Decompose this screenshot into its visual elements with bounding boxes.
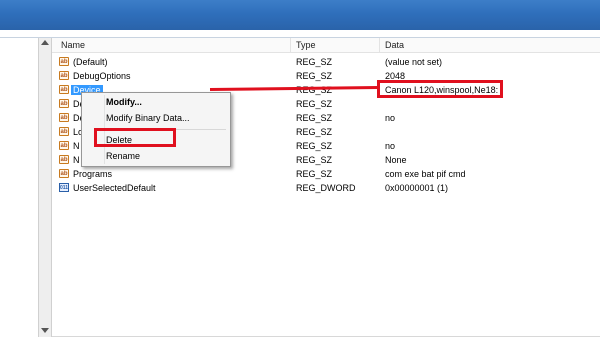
column-header-type[interactable]: Type	[296, 40, 316, 50]
scroll-up-icon[interactable]	[41, 40, 49, 45]
table-row[interactable]: 011 UserSelectedDefault REG_DWORD 0x0000…	[52, 181, 600, 195]
value-name: DebugOptions	[73, 71, 131, 81]
table-row[interactable]: ab DebugOptions REG_SZ 2048	[52, 69, 600, 83]
menu-item-modify-binary[interactable]: Modify Binary Data...	[106, 113, 190, 123]
value-type: REG_SZ	[296, 169, 333, 179]
column-header-name[interactable]: Name	[61, 40, 85, 50]
value-data: no	[385, 113, 396, 123]
value-name: Programs	[73, 169, 113, 179]
value-name: (Default)	[73, 57, 108, 67]
value-data: (value not set)	[385, 57, 443, 67]
value-type: REG_SZ	[296, 71, 333, 81]
column-divider[interactable]	[290, 38, 291, 52]
string-value-icon: ab	[59, 155, 69, 164]
column-header-data[interactable]: Data	[385, 40, 404, 50]
value-data: 0x00000001 (1)	[385, 183, 449, 193]
value-data: com exe bat pif cmd	[385, 169, 466, 179]
value-name: N	[73, 141, 80, 151]
value-data: None	[385, 155, 407, 165]
value-name: N	[73, 155, 80, 165]
registry-tree-pane[interactable]	[0, 38, 38, 337]
column-divider[interactable]	[379, 38, 380, 52]
table-row[interactable]: ab (Default) REG_SZ (value not set)	[52, 55, 600, 69]
scroll-down-icon[interactable]	[41, 328, 49, 333]
value-type: REG_SZ	[296, 141, 333, 151]
string-value-icon: ab	[59, 85, 69, 94]
value-type: REG_SZ	[296, 155, 333, 165]
tree-scrollbar[interactable]	[38, 38, 52, 337]
string-value-icon: ab	[59, 127, 69, 136]
string-value-icon: ab	[59, 99, 69, 108]
annotation-delete-highlight	[94, 128, 176, 147]
value-type: REG_DWORD	[296, 183, 356, 193]
string-value-icon: ab	[59, 141, 69, 150]
value-name: UserSelectedDefault	[73, 183, 156, 193]
value-data: no	[385, 141, 396, 151]
window-title-bar	[0, 0, 600, 30]
menu-item-rename[interactable]: Rename	[106, 151, 140, 161]
binary-value-icon: 011	[59, 183, 69, 192]
value-type: REG_SZ	[296, 99, 333, 109]
string-value-icon: ab	[59, 169, 69, 178]
toolbar-area	[0, 30, 600, 38]
value-type: REG_SZ	[296, 113, 333, 123]
value-type: REG_SZ	[296, 127, 333, 137]
string-value-icon: ab	[59, 113, 69, 122]
table-row[interactable]: ab Programs REG_SZ com exe bat pif cmd	[52, 167, 600, 181]
menu-item-modify[interactable]: Modify...	[106, 97, 142, 107]
string-value-icon: ab	[59, 57, 69, 66]
list-header: Name Type Data	[52, 38, 600, 53]
value-type: REG_SZ	[296, 57, 333, 67]
annotation-data-highlight	[377, 80, 503, 98]
string-value-icon: ab	[59, 71, 69, 80]
